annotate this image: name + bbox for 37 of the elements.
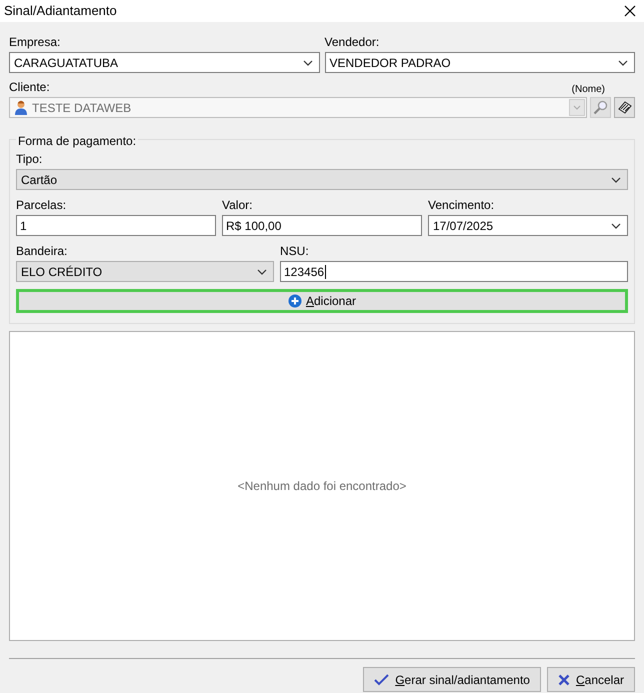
chevron-down-icon: [302, 60, 312, 66]
chevron-down-icon: [573, 105, 581, 110]
field-label: Vendedor:: [324, 35, 380, 49]
close-icon: [558, 674, 570, 686]
nsu-field[interactable]: 123456: [280, 261, 628, 282]
window-title: Sinal/Adiantamento: [4, 2, 117, 20]
person-icon: [14, 100, 28, 115]
due-date-picker[interactable]: 17/07/2025: [428, 215, 628, 236]
chevron-down-icon: [618, 60, 628, 66]
generate-button[interactable]: Gerar sinal/adiantamento: [363, 667, 541, 692]
close-icon[interactable]: [624, 5, 636, 17]
chevron-down-icon: [257, 268, 267, 274]
seller-dropdown[interactable]: VENDEDOR PADRAO: [324, 52, 635, 73]
notepad-icon: [617, 100, 632, 115]
field-label: Empresa:: [9, 35, 62, 49]
notepad-button[interactable]: [614, 97, 635, 118]
add-button[interactable]: Adicionar: [16, 289, 628, 313]
amount-field[interactable]: R$ 100,00: [222, 215, 422, 236]
plus-icon: [288, 294, 302, 308]
chevron-down-icon: [611, 176, 621, 182]
field-label: Parcelas:: [16, 198, 68, 212]
company-dropdown[interactable]: CARAGUATATUBA: [9, 52, 320, 73]
field-label: Valor:: [222, 198, 254, 212]
field-label: Vencimento:: [428, 198, 496, 212]
card-brand-dropdown[interactable]: ELO CRÉDITO: [16, 261, 274, 282]
field-label: Tipo:: [16, 152, 44, 166]
installments-field[interactable]: 1: [16, 215, 216, 236]
check-icon: [374, 674, 390, 686]
field-hint: (Nome): [572, 83, 605, 97]
type-dropdown[interactable]: Cartão: [16, 169, 628, 190]
search-icon: [593, 100, 608, 115]
chevron-down-icon: [611, 222, 621, 228]
field-label: NSU:: [280, 244, 310, 258]
field-label: Bandeira:: [16, 244, 68, 258]
cancel-button[interactable]: Cancelar: [546, 667, 635, 692]
empty-message: <Nenhum dado foi encontrado>: [238, 478, 406, 495]
field-label: Cliente:: [9, 80, 50, 94]
